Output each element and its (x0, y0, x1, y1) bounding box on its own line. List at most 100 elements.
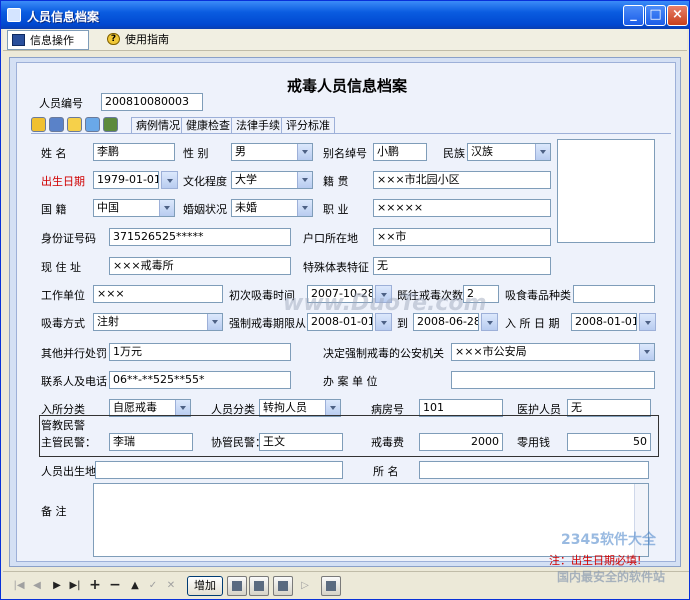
native-label: 籍 贯 (323, 175, 349, 188)
penalty-label: 其他并行处罚 (41, 347, 107, 360)
chevron-down-icon (297, 172, 312, 188)
edit-record-icon[interactable]: ▲ (127, 578, 143, 594)
gender-select[interactable]: 男 (231, 143, 313, 161)
birth-field[interactable]: 1979-01-01 (93, 171, 159, 189)
chevron-down-icon (535, 144, 550, 160)
add-button[interactable]: 增加 (187, 576, 223, 596)
help-icon: ? (107, 33, 120, 45)
ethnic-value: 汉族 (471, 145, 493, 158)
tab-case[interactable]: 病例情况 (131, 117, 185, 134)
institution-label: 所 名 (373, 465, 399, 478)
next-record-icon[interactable]: ▶ (49, 578, 65, 594)
nationality-label: 国 籍 (41, 203, 67, 216)
watermark-slogan: 国内最安全的软件站 (557, 570, 666, 584)
save-icon[interactable] (49, 117, 64, 132)
enter-date-field[interactable]: 2008-01-01 (571, 313, 637, 331)
main-police-field[interactable]: 李瑞 (109, 433, 193, 451)
minimize-button[interactable]: _ (623, 5, 644, 26)
work-unit-field[interactable]: ××× (93, 285, 223, 303)
chevron-down-icon (297, 200, 312, 216)
native-field[interactable]: ×××市北园小区 (373, 171, 551, 189)
export-icon[interactable] (103, 117, 118, 132)
method-label: 吸毒方式 (41, 317, 85, 330)
police-org-select[interactable]: ×××市公安局 (451, 343, 655, 361)
id-no-field[interactable]: 371526525***** (109, 228, 291, 246)
penalty-field[interactable]: 1万元 (109, 343, 291, 361)
prior-record-icon[interactable]: ◀ (29, 578, 45, 594)
period-to-label: 到 (397, 317, 408, 330)
assist-police-label: 协管民警： (211, 436, 266, 449)
alias-label: 别名绰号 (323, 147, 367, 160)
chevron-down-icon (297, 144, 312, 160)
assist-police-field[interactable]: 王文 (259, 433, 343, 451)
play-icon[interactable]: ▷ (297, 578, 313, 594)
insert-record-icon[interactable]: + (87, 578, 103, 594)
tab-scoring[interactable]: 评分标准 (281, 117, 335, 134)
enter-date-label: 入 所 日 期 (505, 317, 560, 330)
watermark-main: www.DuoTe.com (283, 291, 487, 316)
contact-field[interactable]: 06**-**525**55* (109, 371, 291, 389)
navigator-bar: |◀ ◀ ▶ ▶| + − ▲ ✓ ✕ 增加 ▷ 国内最安全的软件站 (3, 570, 689, 599)
drug-type-field[interactable] (573, 285, 655, 303)
enter-date-picker[interactable] (639, 313, 656, 331)
birth-label: 出生日期 (41, 175, 85, 188)
pocket-label: 零用钱 (517, 436, 550, 449)
pocket-field[interactable]: 50 (567, 433, 651, 451)
id-no-label: 身份证号码 (41, 232, 96, 245)
contact-label: 联系人及电话 (41, 375, 107, 388)
post-record-icon[interactable]: ✓ (145, 578, 161, 594)
chevron-down-icon (639, 344, 654, 360)
maximize-button[interactable]: □ (645, 5, 666, 26)
print-icon[interactable] (227, 576, 247, 596)
main-window: 人员信息档案 _ □ × 信息操作 ? 使用指南 戒毒人员信息档案 人员编号 2… (0, 0, 690, 600)
person-type-value: 转拘人员 (263, 401, 307, 414)
birth-date-picker[interactable] (161, 171, 178, 189)
first-record-icon[interactable]: |◀ (11, 578, 27, 594)
search-icon[interactable] (85, 117, 100, 132)
period-from-label: 强制戒毒期限从 (229, 317, 306, 330)
work-unit-label: 工作单位 (41, 289, 85, 302)
remark-label: 备 注 (41, 505, 67, 518)
case-unit-label: 办 案 单 位 (323, 375, 378, 388)
birthplace-field[interactable] (95, 461, 343, 479)
smile-icon[interactable] (67, 117, 82, 132)
ethnic-select[interactable]: 汉族 (467, 143, 551, 161)
ethnic-label: 民族 (443, 147, 465, 160)
print-preview-icon[interactable] (249, 576, 269, 596)
enter-type-value: 自愿戒毒 (113, 401, 157, 414)
chevron-down-icon (175, 400, 190, 416)
address-field[interactable]: ×××戒毒所 (109, 257, 291, 275)
name-field[interactable]: 李鹏 (93, 143, 175, 161)
delete-record-icon[interactable]: − (107, 578, 123, 594)
required-hint: 注：出生日期必填! (549, 554, 642, 567)
add-icon[interactable] (31, 117, 46, 132)
fee-field[interactable]: 2000 (419, 433, 503, 451)
cancel-record-icon[interactable]: ✕ (163, 578, 179, 594)
last-record-icon[interactable]: ▶| (67, 578, 83, 594)
gender-value: 男 (235, 145, 246, 158)
menu-user-guide[interactable]: ? 使用指南 (103, 30, 183, 50)
hukou-label: 户口所在地 (303, 232, 358, 245)
marital-select[interactable]: 未婚 (231, 199, 313, 217)
nationality-select[interactable]: 中国 (93, 199, 175, 217)
chevron-down-icon (207, 314, 222, 330)
zoom-icon[interactable] (273, 576, 293, 596)
menu-info-operation[interactable]: 信息操作 (7, 30, 89, 50)
education-select[interactable]: 大学 (231, 171, 313, 189)
main-police-label: 主管民警： (41, 436, 96, 449)
tab-legal[interactable]: 法律手续 (231, 117, 285, 134)
case-unit-field[interactable] (451, 371, 655, 389)
chevron-down-icon (159, 200, 174, 216)
person-no-field[interactable]: 200810080003 (101, 93, 203, 111)
close-button[interactable]: × (667, 5, 688, 26)
photo-box[interactable] (557, 139, 655, 243)
tab-health[interactable]: 健康检查 (181, 117, 235, 134)
alias-field[interactable]: 小鹏 (373, 143, 427, 161)
method-select[interactable]: 注射 (93, 313, 223, 331)
query-icon[interactable] (321, 576, 341, 596)
job-label: 职 业 (323, 203, 349, 216)
hukou-field[interactable]: ××市 (373, 228, 551, 246)
job-field[interactable]: ××××× (373, 199, 551, 217)
institution-field[interactable] (419, 461, 649, 479)
feature-field[interactable]: 无 (373, 257, 551, 275)
